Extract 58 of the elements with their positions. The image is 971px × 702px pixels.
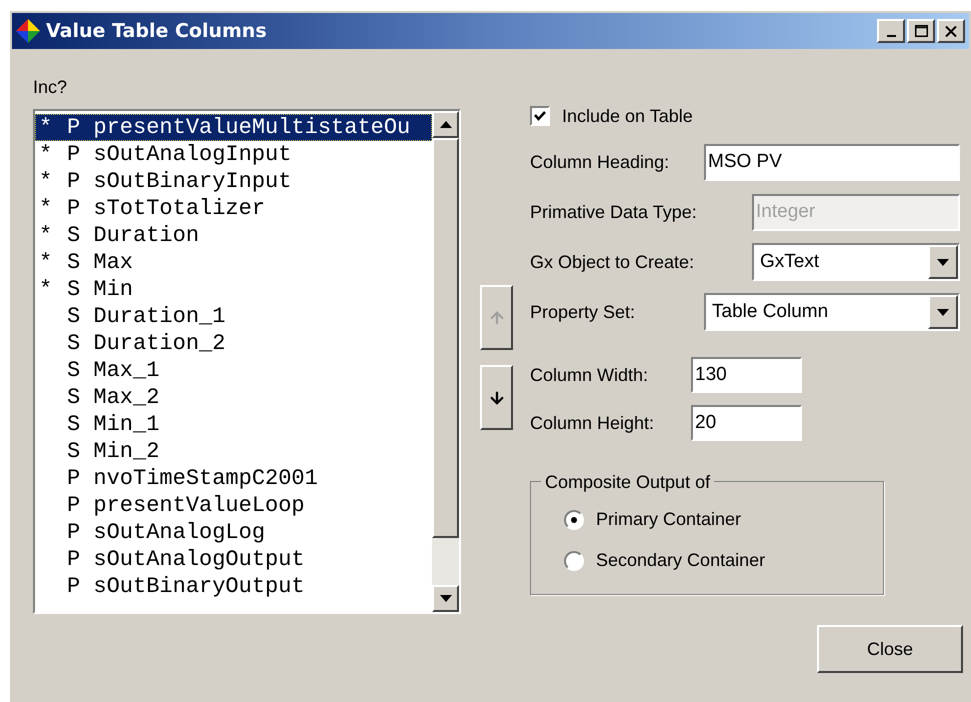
list-item[interactable]: * P sOutAnalogInput — [35, 141, 432, 168]
dropdown[interactable]: Table Column — [704, 293, 960, 331]
list-item[interactable]: S Max_1 — [35, 357, 432, 384]
check-icon — [534, 110, 546, 122]
field-label: Column Heading: — [530, 150, 670, 174]
scrollbar[interactable] — [432, 111, 459, 612]
field-label: Property Set: — [530, 300, 636, 324]
list-item[interactable]: * P sOutBinaryInput — [35, 168, 432, 195]
field-label: Primative Data Type: — [530, 200, 697, 224]
checkbox-label: Include on Table — [562, 104, 693, 128]
radio-label: Secondary Container — [596, 549, 766, 572]
radio-button[interactable] — [564, 550, 584, 570]
radio-label: Primary Container — [596, 508, 742, 531]
list-item[interactable]: * P sTotTotalizer — [35, 195, 432, 222]
scroll-up-button[interactable] — [432, 111, 459, 138]
list-item[interactable]: * S Max — [35, 249, 432, 276]
dropdown[interactable]: GxText — [752, 243, 960, 281]
list-item[interactable]: * P presentValueMultistateOu — [35, 114, 432, 141]
list-item[interactable]: P sOutBinaryOutput — [35, 573, 432, 600]
list-item[interactable]: P sOutAnalogLog — [35, 519, 432, 546]
down-arrow-icon — [488, 388, 506, 406]
list-item[interactable]: * S Min — [35, 276, 432, 303]
radio-button[interactable] — [564, 510, 584, 530]
close-button[interactable] — [937, 19, 965, 43]
number-field[interactable]: 20 — [691, 405, 802, 441]
text-field[interactable]: MSO PV — [704, 144, 960, 180]
close-icon — [945, 26, 957, 36]
field-label: Column Height: — [530, 412, 654, 435]
list-item[interactable]: S Duration_1 — [35, 303, 432, 330]
minimize-button[interactable] — [877, 19, 905, 43]
list-item[interactable]: P nvoTimeStampC2001 — [35, 465, 432, 492]
dropdown-arrow-icon — [937, 308, 949, 316]
scroll-thumb[interactable] — [432, 138, 459, 538]
move-down-button[interactable] — [480, 365, 513, 430]
window-title: Value Table Columns — [46, 18, 267, 44]
minimize-icon — [886, 35, 896, 37]
list-item[interactable]: P sOutAnalogOutput — [35, 546, 432, 573]
list-item[interactable]: S Duration_2 — [35, 330, 432, 357]
field-label: Gx Object to Create: — [530, 250, 694, 274]
maximize-icon — [914, 25, 928, 37]
list-item[interactable]: S Min_2 — [35, 438, 432, 465]
list-item[interactable]: S Max_2 — [35, 384, 432, 411]
scroll-down-icon — [440, 595, 452, 602]
maximize-button[interactable] — [907, 19, 935, 43]
list-item[interactable]: * S Duration — [35, 222, 432, 249]
scroll-up-icon — [440, 121, 452, 128]
checkbox[interactable] — [530, 106, 550, 126]
number-field[interactable]: 130 — [691, 357, 802, 393]
logo-icon — [16, 19, 40, 43]
dropdown-button[interactable] — [928, 245, 958, 279]
field-label: Column Width: — [530, 364, 648, 386]
list-label: Inc? — [33, 76, 68, 99]
scroll-down-button[interactable] — [432, 585, 459, 612]
dropdown-button[interactable] — [928, 295, 958, 329]
close-dialog-button[interactable]: Close — [817, 625, 963, 673]
dropdown-arrow-icon — [937, 258, 949, 266]
list-item[interactable]: S Min_1 — [35, 411, 432, 438]
list-item[interactable]: P presentValueLoop — [35, 492, 432, 519]
